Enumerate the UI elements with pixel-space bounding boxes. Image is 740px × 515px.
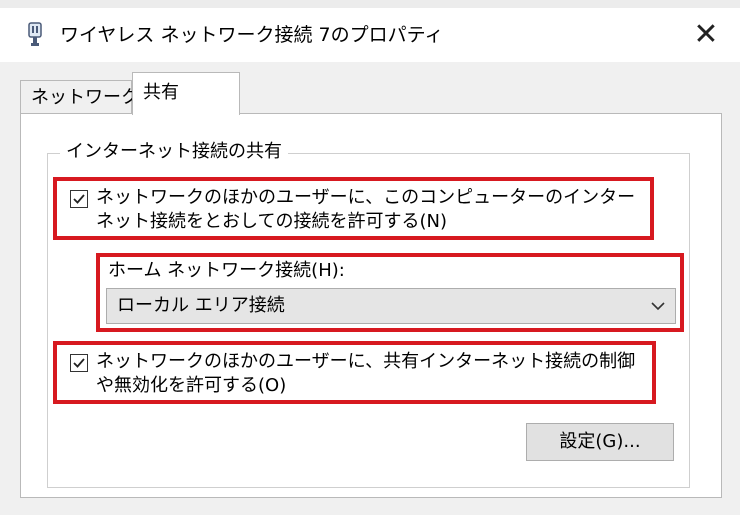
close-button[interactable]: ✕ — [686, 16, 726, 54]
highlight-box-allow-connect — [53, 177, 654, 240]
close-icon: ✕ — [693, 17, 719, 52]
properties-window: ワイヤレス ネットワーク接続 7のプロパティ ✕ ネットワーク 共有 インターネ… — [0, 0, 740, 515]
title-bar-top-strip — [0, 0, 740, 8]
window-title: ワイヤレス ネットワーク接続 7のプロパティ — [60, 24, 444, 46]
tab-network[interactable]: ネットワーク — [20, 80, 139, 114]
settings-button[interactable]: 設定(G)... — [526, 423, 674, 461]
highlight-box-allow-control — [53, 341, 656, 404]
tab-sharing[interactable]: 共有 — [132, 72, 240, 115]
title-bar: ワイヤレス ネットワーク接続 7のプロパティ ✕ — [0, 0, 740, 62]
network-adapter-icon — [26, 22, 44, 48]
ics-group-label: インターネット接続の共有 — [60, 139, 288, 165]
highlight-box-home-network — [96, 253, 684, 332]
